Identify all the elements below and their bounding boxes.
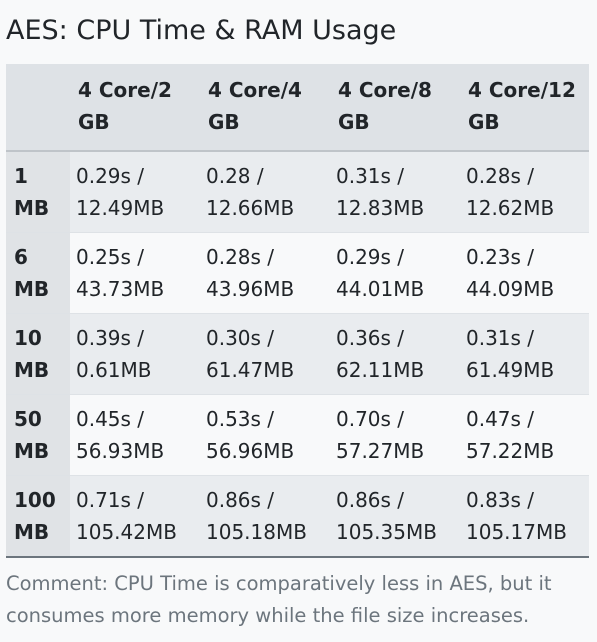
page-title: AES: CPU Time & RAM Usage xyxy=(6,15,397,46)
table-row: 10 MB 0.39s / 0.61MB 0.30s / 61.47MB 0.3… xyxy=(6,313,589,395)
table-cell: 0.30s / 61.47MB xyxy=(200,313,330,395)
table-cell: 0.23s / 44.09MB xyxy=(460,232,589,314)
table-cell: 0.83s / 105.17MB xyxy=(460,475,589,557)
header-cell-4core-2gb: 4 Core/2 GB xyxy=(70,64,200,152)
table-cell: 0.47s / 57.22MB xyxy=(460,394,589,476)
table-cell: 0.39s / 0.61MB xyxy=(70,313,200,395)
row-label: 50 MB xyxy=(6,394,70,476)
table-cell: 0.53s / 56.96MB xyxy=(200,394,330,476)
table-cell: 0.86s / 105.18MB xyxy=(200,475,330,557)
row-label: 10 MB xyxy=(6,313,70,395)
table-cell: 0.86s / 105.35MB xyxy=(330,475,460,557)
table-cell: 0.31s / 61.49MB xyxy=(460,313,589,395)
table-header: 4 Core/2 GB 4 Core/4 GB 4 Core/8 GB 4 Co… xyxy=(6,64,589,152)
header-cell-4core-12gb: 4 Core/12 GB xyxy=(460,64,589,152)
header-row: 4 Core/2 GB 4 Core/4 GB 4 Core/8 GB 4 Co… xyxy=(6,64,589,152)
table-cell: 0.71s / 105.42MB xyxy=(70,475,200,557)
table-row: 50 MB 0.45s / 56.93MB 0.53s / 56.96MB 0.… xyxy=(6,394,589,476)
comment-text: Comment: CPU Time is comparatively less … xyxy=(6,572,552,627)
table-cell: 0.29s / 12.49MB xyxy=(70,151,200,233)
row-label: 6 MB xyxy=(6,232,70,314)
page: AES: CPU Time & RAM Usage 4 Core/2 GB 4 … xyxy=(0,0,597,632)
table-cell: 0.36s / 62.11MB xyxy=(330,313,460,395)
table-cell: 0.29s / 44.01MB xyxy=(330,232,460,314)
table-cell: 0.31s / 12.83MB xyxy=(330,151,460,233)
results-table: 4 Core/2 GB 4 Core/4 GB 4 Core/8 GB 4 Co… xyxy=(6,64,589,558)
table-cell: 0.28 / 12.66MB xyxy=(200,151,330,233)
row-label: 1 MB xyxy=(6,151,70,233)
header-cell-4core-4gb: 4 Core/4 GB xyxy=(200,64,330,152)
table-body: 1 MB 0.29s / 12.49MB 0.28 / 12.66MB 0.31… xyxy=(6,151,589,557)
table-cell: 0.70s / 57.27MB xyxy=(330,394,460,476)
table-cell: 0.25s / 43.73MB xyxy=(70,232,200,314)
table-cell: 0.28s / 12.62MB xyxy=(460,151,589,233)
row-label: 100 MB xyxy=(6,475,70,557)
table-row: 6 MB 0.25s / 43.73MB 0.28s / 43.96MB 0.2… xyxy=(6,232,589,314)
table-row: 1 MB 0.29s / 12.49MB 0.28 / 12.66MB 0.31… xyxy=(6,151,589,233)
table-cell: 0.45s / 56.93MB xyxy=(70,394,200,476)
table-row: 100 MB 0.71s / 105.42MB 0.86s / 105.18MB… xyxy=(6,475,589,557)
header-cell-corner xyxy=(6,64,70,152)
table-cell: 0.28s / 43.96MB xyxy=(200,232,330,314)
header-cell-4core-8gb: 4 Core/8 GB xyxy=(330,64,460,152)
